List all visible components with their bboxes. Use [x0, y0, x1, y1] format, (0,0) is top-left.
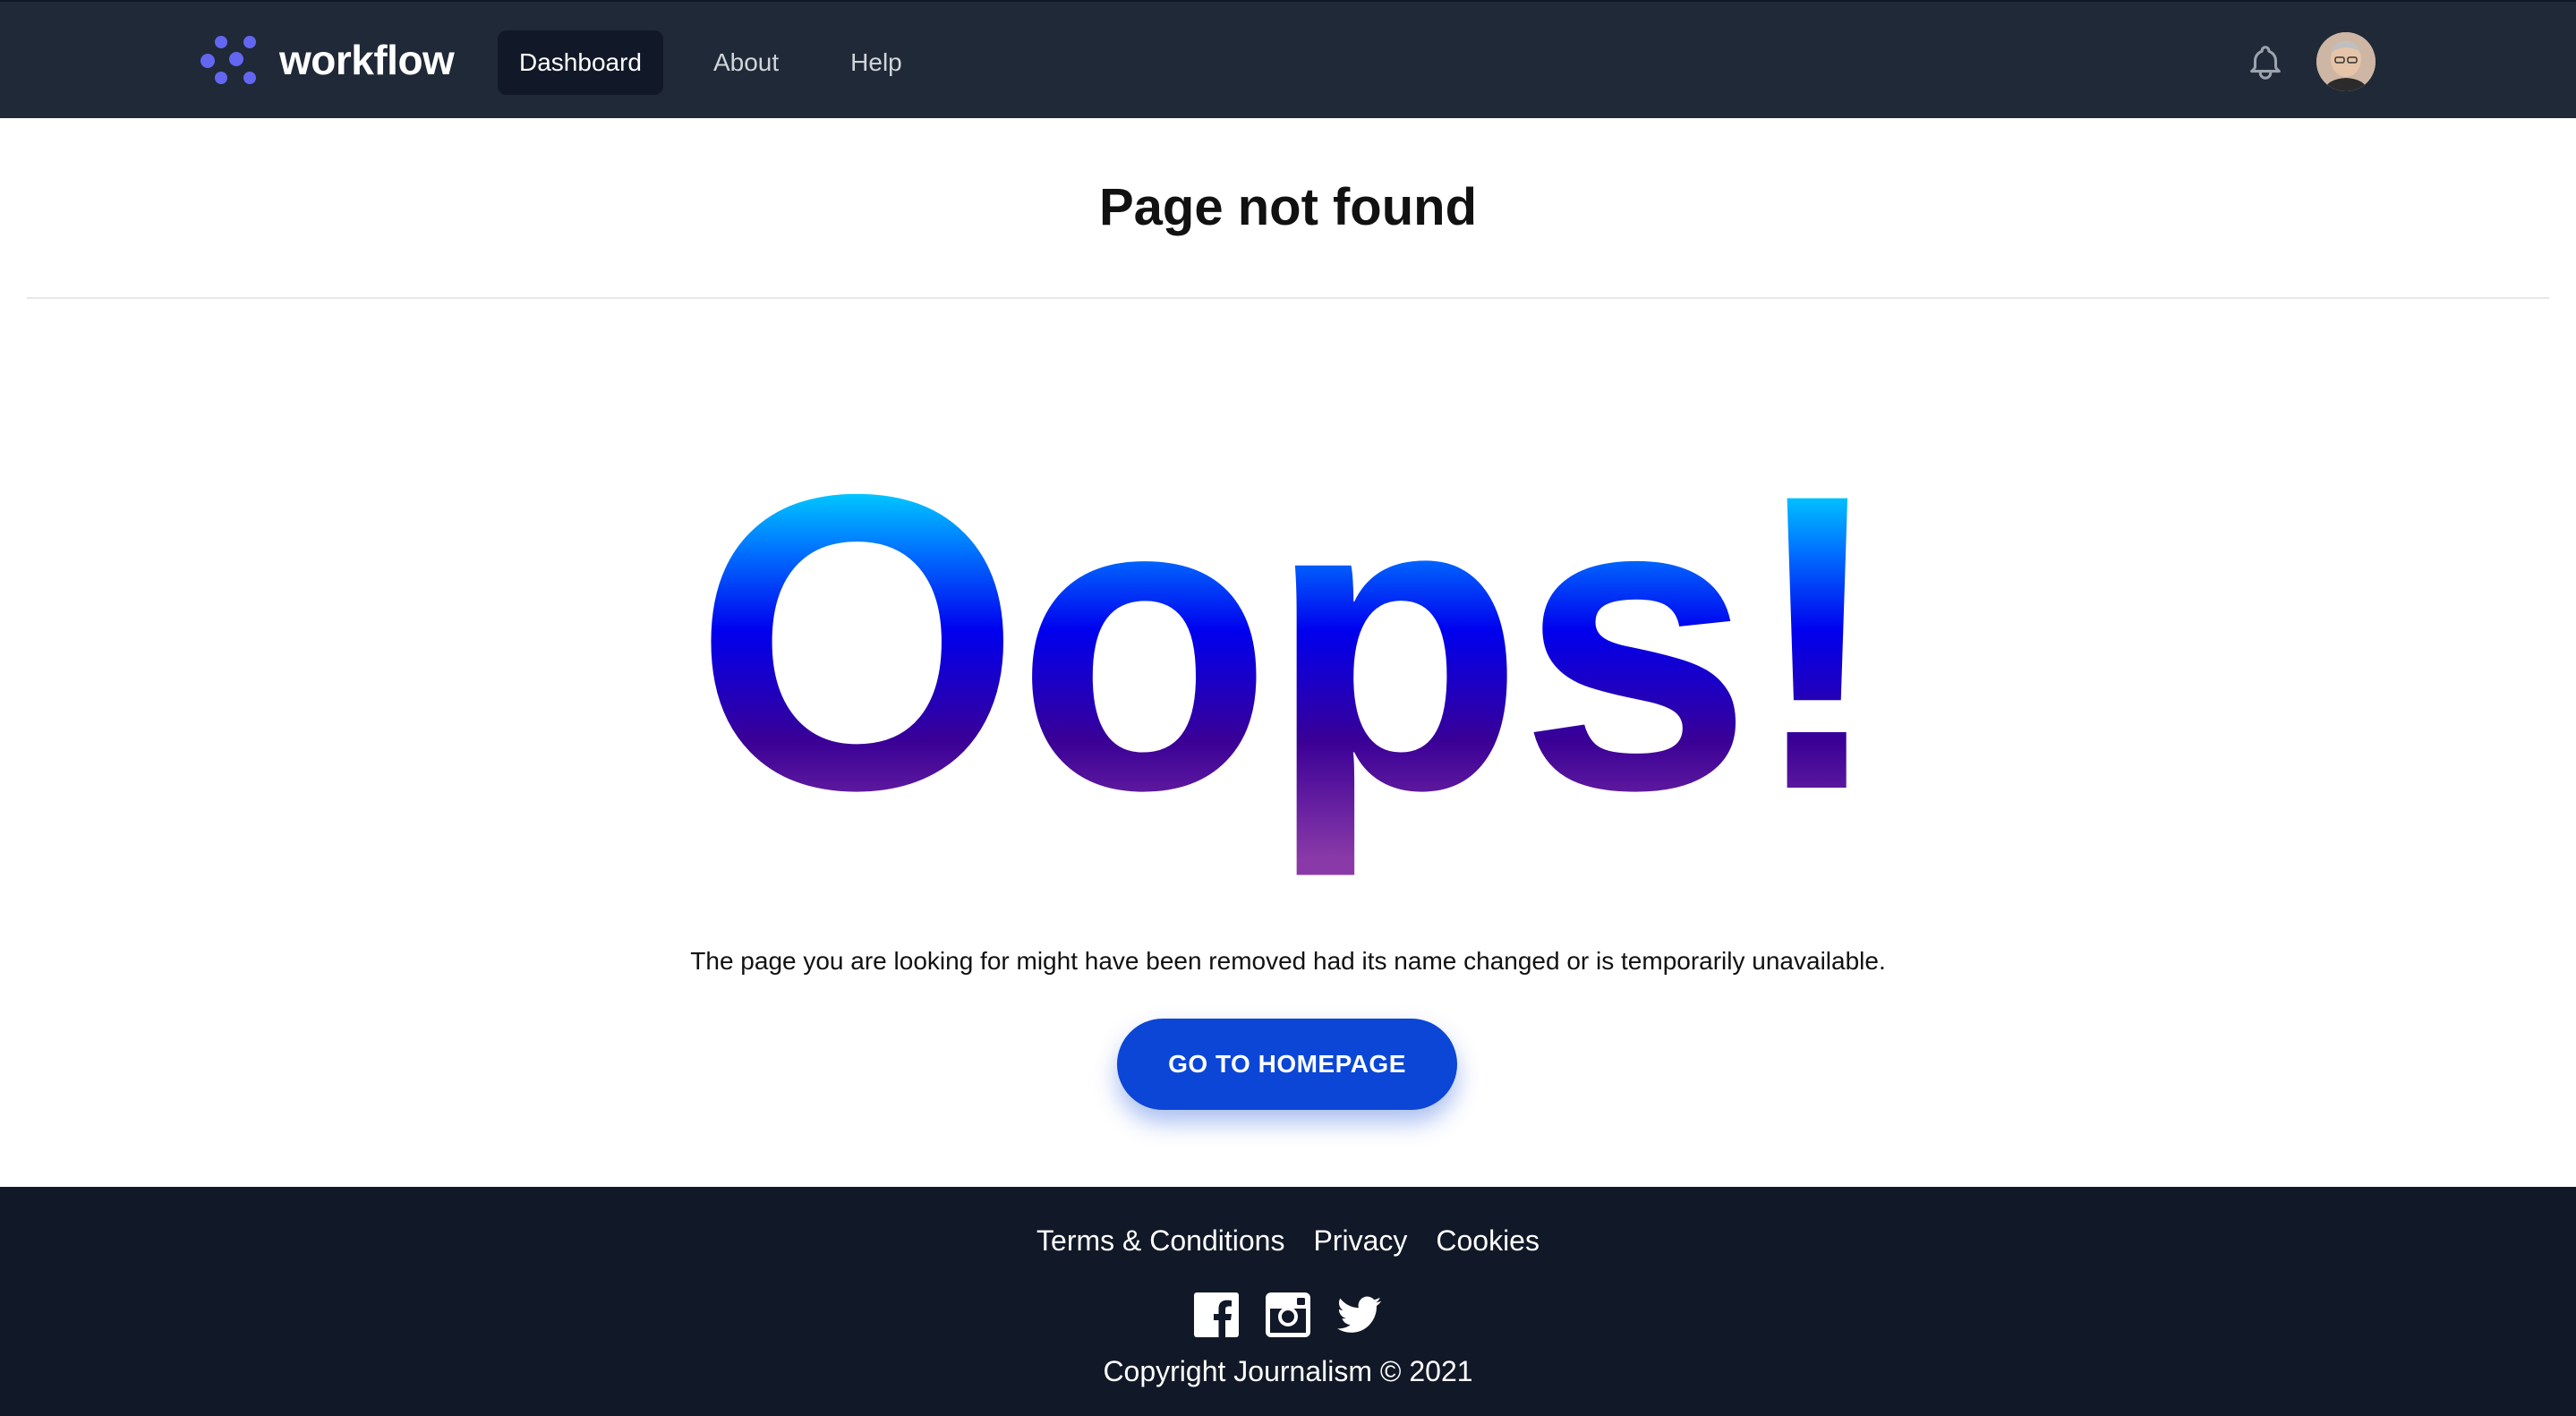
- page-title: Page not found: [1098, 178, 1478, 236]
- brand-name: workflow: [279, 37, 455, 83]
- go-to-homepage-button[interactable]: GO TO HOMEPAGE: [1117, 1019, 1457, 1110]
- instagram-icon[interactable]: [1266, 1292, 1310, 1337]
- bell-icon[interactable]: [2245, 41, 2286, 84]
- nav-item-help[interactable]: Help: [829, 30, 924, 95]
- footer: Terms & Conditions Privacy Cookies Copyr…: [0, 1187, 2576, 1416]
- header-divider: [27, 297, 2549, 299]
- twitter-icon[interactable]: [1337, 1292, 1382, 1337]
- error-headline-text: Oops!: [694, 412, 1882, 877]
- social-links: [0, 1292, 2576, 1337]
- copyright: Copyright Journalism © 2021: [1103, 1355, 1473, 1387]
- nav-item-about[interactable]: About: [692, 30, 800, 95]
- facebook-icon[interactable]: [1194, 1292, 1239, 1337]
- footer-link-privacy[interactable]: Privacy: [1313, 1224, 1407, 1258]
- error-headline: Oops!: [0, 412, 2576, 877]
- nav-item-dashboard[interactable]: Dashboard: [498, 30, 663, 95]
- workflow-logo-icon: [199, 30, 261, 90]
- main-nav: Dashboard About Help: [498, 30, 952, 95]
- footer-links: Terms & Conditions Privacy Cookies: [0, 1224, 2576, 1258]
- footer-link-cookies[interactable]: Cookies: [1436, 1224, 1540, 1258]
- user-avatar[interactable]: [2316, 32, 2376, 91]
- brand[interactable]: workflow: [199, 30, 455, 90]
- footer-link-terms[interactable]: Terms & Conditions: [1036, 1224, 1284, 1258]
- error-message: The page you are looking for might have …: [690, 947, 1886, 975]
- top-navbar: workflow Dashboard About Help: [0, 0, 2576, 118]
